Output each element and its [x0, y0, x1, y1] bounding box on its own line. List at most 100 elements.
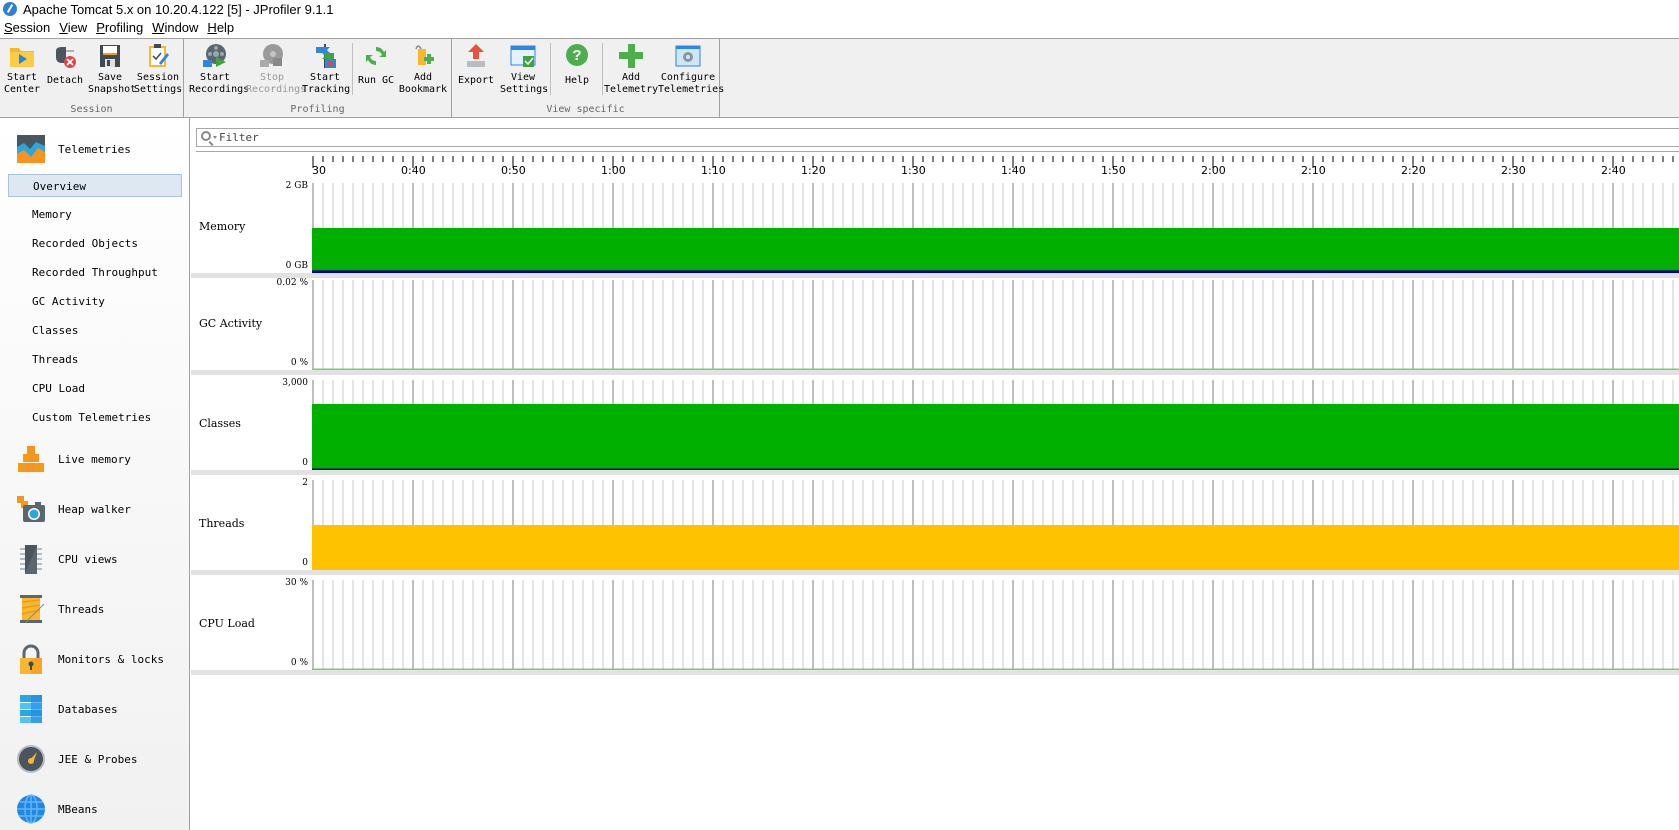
- start-center-icon: [9, 43, 35, 69]
- button-label: Settings: [134, 84, 183, 95]
- sidebar-item-threads-telemetry[interactable]: Threads: [8, 348, 182, 371]
- start-center-button[interactable]: Start Center: [2, 41, 42, 99]
- add-telemetry-icon: [618, 43, 644, 69]
- button-label: Session: [136, 72, 180, 83]
- view-settings-button[interactable]: View Settings: [500, 41, 549, 99]
- toolbar-separator: [550, 43, 551, 95]
- detach-icon: [52, 43, 78, 69]
- heap-walker-icon: [16, 494, 46, 524]
- y-axis-max-label: 0.02 %: [276, 278, 308, 288]
- start-tracking-icon: [312, 43, 338, 69]
- configure-telemetries-button[interactable]: Configure Telemetries: [658, 41, 724, 99]
- run-gc-button[interactable]: Run GC: [356, 41, 396, 99]
- y-axis-min-label: 0: [302, 458, 308, 468]
- button-label: Start: [199, 72, 231, 83]
- button-label: Run GC: [357, 75, 395, 86]
- time-axis-label: 0:50: [501, 164, 526, 177]
- button-label: Settings: [500, 84, 549, 95]
- menu-label: elp: [216, 20, 235, 35]
- sidebar-item-label: Recorded Throughput: [32, 266, 158, 279]
- help-button[interactable]: ? Help: [554, 41, 600, 99]
- y-axis-max-label: 30 %: [285, 578, 308, 588]
- sidebar-section-monitors-locks[interactable]: Monitors & locks: [16, 642, 164, 676]
- sidebar-item-recorded-objects[interactable]: Recorded Objects: [8, 232, 182, 255]
- menu-label: indow: [164, 20, 199, 35]
- add-bookmark-button[interactable]: Add Bookmark: [398, 41, 448, 99]
- session-settings-button[interactable]: Session Settings: [134, 41, 182, 99]
- series-area-waiting: [312, 525, 1679, 570]
- time-axis-label: 2:00: [1201, 164, 1226, 177]
- menu-mnemonic: V: [59, 20, 68, 35]
- button-label: Recordings: [246, 84, 307, 95]
- save-snapshot-icon: [97, 43, 123, 69]
- button-label: Help: [564, 75, 590, 86]
- sidebar-item-cpu-load[interactable]: CPU Load: [8, 377, 182, 400]
- button-label: Add: [621, 72, 641, 83]
- chart-title: CPU Load: [199, 617, 255, 630]
- sidebar-item-label: Memory: [32, 208, 72, 221]
- threads-icon: [16, 594, 46, 624]
- sidebar-section-telemetries[interactable]: Telemetries: [16, 132, 131, 166]
- jprofiler-app-icon: [3, 2, 17, 16]
- button-label: Add: [413, 72, 433, 83]
- sidebar-section-threads[interactable]: Threads: [16, 592, 104, 626]
- detach-button[interactable]: Detach: [46, 41, 84, 99]
- time-axis-label: 2:40: [1601, 164, 1626, 177]
- start-tracking-button[interactable]: Start Tracking: [302, 41, 351, 99]
- menu-mnemonic: S: [4, 20, 13, 35]
- sidebar-item-label: GC Activity: [32, 295, 105, 308]
- menu-session[interactable]: Session: [0, 18, 55, 38]
- sidebar-section-live-memory[interactable]: Live memory: [16, 442, 131, 476]
- button-label: Tracking: [302, 84, 351, 95]
- sidebar-section-jee-probes[interactable]: JEE & Probes: [16, 742, 137, 776]
- sidebar-section-databases[interactable]: Databases: [16, 692, 118, 726]
- telemetry-overview-panel: Filter 30 0:40 0:50 1:00 1:10 1:20 1:30 1:40 1:5…: [191, 118, 1679, 830]
- time-axis-label: 2:30: [1501, 164, 1526, 177]
- sidebar-item-recorded-throughput[interactable]: Recorded Throughput: [8, 261, 182, 284]
- y-axis-max-label: 3,000: [282, 378, 308, 388]
- export-button[interactable]: Export: [455, 41, 497, 99]
- sidebar-section-cpu-views[interactable]: CPU views: [16, 542, 118, 576]
- menu-window[interactable]: Window: [148, 18, 203, 38]
- view-selector-sidebar: Telemetries Overview Memory Recorded Obj…: [0, 118, 190, 830]
- stop-recordings-button[interactable]: Stop Recordings: [246, 41, 307, 99]
- menu-help[interactable]: Help: [203, 18, 239, 38]
- button-label: Center: [3, 84, 41, 95]
- mbeans-icon: [16, 794, 46, 824]
- sidebar-item-classes[interactable]: Classes: [8, 319, 182, 342]
- save-snapshot-button[interactable]: Save Snapshot: [88, 41, 136, 99]
- menu-profiling[interactable]: Profiling: [92, 18, 148, 38]
- menu-label: ession: [12, 20, 51, 35]
- menu-label: iew: [67, 20, 88, 35]
- menu-view[interactable]: View: [55, 18, 92, 38]
- toolbar-group-profiling: Start Recordings Stop Recordings Start T…: [184, 39, 452, 117]
- sidebar-section-mbeans[interactable]: MBeans: [16, 792, 98, 826]
- button-label: Export: [457, 75, 495, 86]
- chart-separator: [191, 470, 1679, 475]
- toolbar-group-label: Profiling: [290, 104, 345, 115]
- sidebar-item-custom-telemetries[interactable]: Custom Telemetries: [8, 406, 182, 429]
- sidebar-section-heap-walker[interactable]: Heap walker: [16, 492, 131, 526]
- menu-label: rofiling: [104, 20, 144, 35]
- sidebar-section-label: Threads: [58, 602, 105, 616]
- button-label: Detach: [46, 75, 84, 86]
- button-label: Recordings: [189, 84, 250, 95]
- toolbar-separator: [352, 43, 353, 95]
- window-title: Apache Tomcat 5.x on 10.20.4.122 [5] - J…: [23, 1, 334, 17]
- button-label: Save: [97, 72, 123, 83]
- chart-separator: [191, 370, 1679, 375]
- button-label: Start: [6, 72, 38, 83]
- sidebar-item-memory[interactable]: Memory: [8, 203, 182, 226]
- sidebar-item-label: CPU Load: [32, 382, 85, 395]
- chart-title: Memory: [199, 220, 246, 233]
- sidebar-item-label: Threads: [32, 353, 79, 366]
- databases-icon: [16, 694, 46, 724]
- sidebar-item-gc-activity[interactable]: GC Activity: [8, 290, 182, 313]
- menu-bar: Session View Profiling Window Help: [0, 18, 1679, 38]
- sidebar-item-overview[interactable]: Overview: [8, 174, 182, 197]
- button-label: Configure: [660, 72, 716, 83]
- add-telemetry-button[interactable]: Add Telemetry: [604, 41, 658, 99]
- sidebar-section-label: CPU views: [58, 552, 118, 566]
- start-recordings-button[interactable]: Start Recordings: [189, 41, 250, 99]
- button-label: Telemetry: [604, 84, 659, 95]
